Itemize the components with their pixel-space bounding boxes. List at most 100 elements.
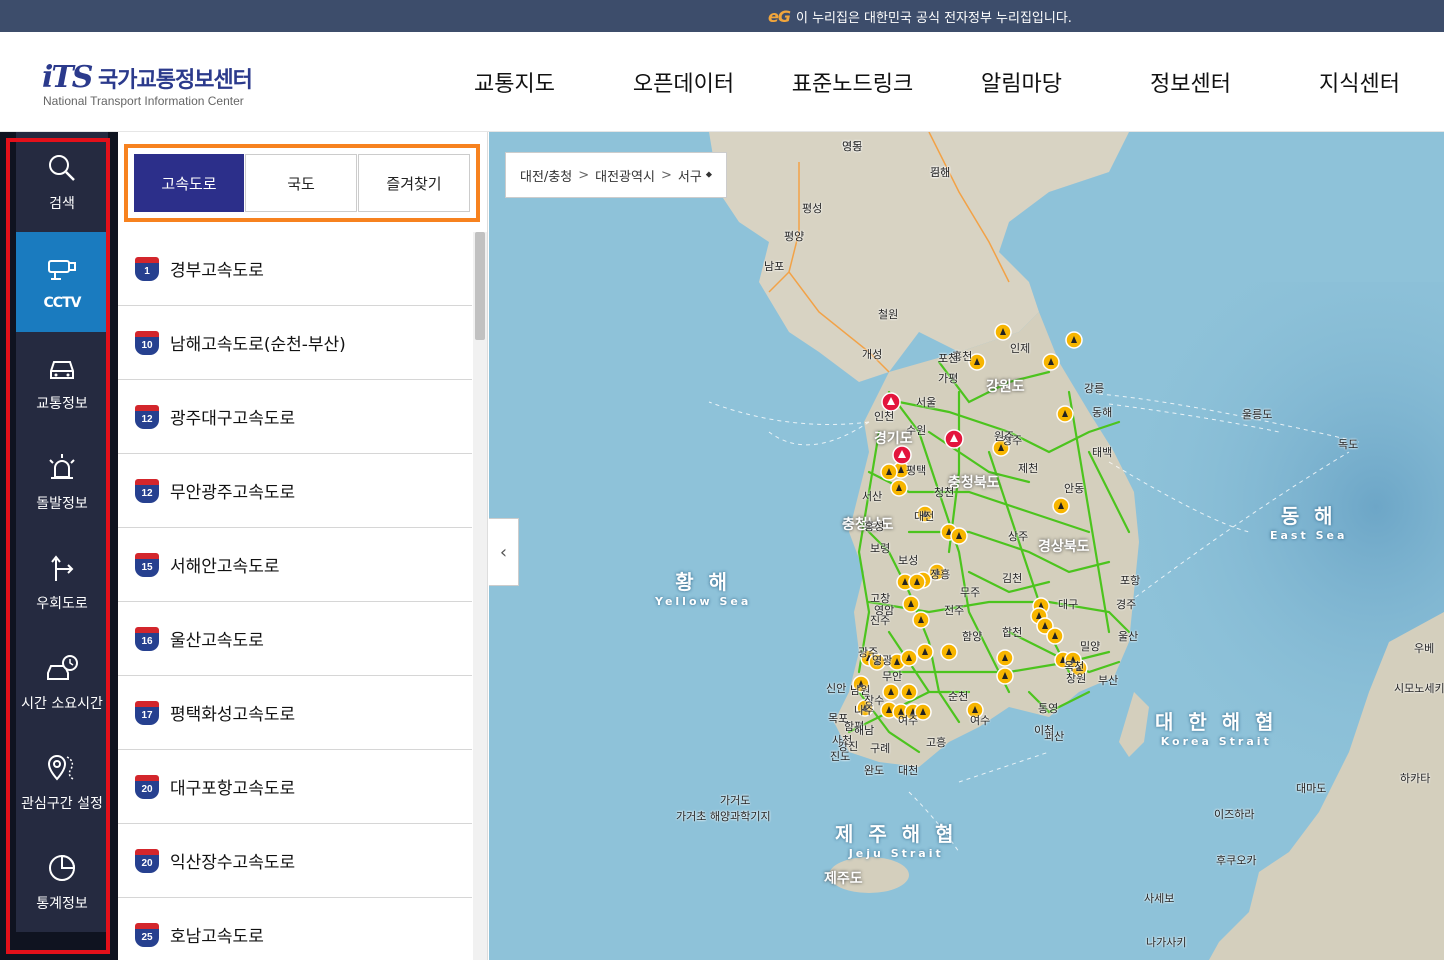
road-list-item[interactable]: 17 평택화성고속도로 [118,676,472,750]
expressway-shield-icon: 20 [134,848,160,874]
road-list-item[interactable]: 20 대구포항고속도로 [118,750,472,824]
sidebar-item-cctv[interactable]: CCTV [16,232,108,332]
tab-national-road[interactable]: 국도 [245,154,357,212]
cctv-icon [48,260,76,280]
gnb-knowledge-center[interactable]: 지식센터 [1275,66,1444,98]
region-breadcrumb[interactable]: 대전/충청 > 대전광역시 > 서구 ⬥ [505,152,728,198]
map-city-label: 통영 [1038,702,1059,715]
map-city-label: 평양 [784,230,805,243]
road-list-item[interactable]: 16 울산고속도로 [118,602,472,676]
map-city-label: 김해 [930,166,951,179]
sidebar-item-incident[interactable]: 돌발정보 [16,432,108,532]
map-city-label: 장흥 [930,568,951,581]
map-city-label: 대마도 [1296,782,1327,795]
road-list-item[interactable]: 12 광주대구고속도로 [118,380,472,454]
map-city-label: 제천 [1018,462,1039,475]
road-name: 대구포항고속도로 [170,779,296,799]
chevron-down-icon: ⬥ [705,170,713,180]
sidebar-item-label: 시간 소요시간 [21,696,103,712]
road-list-item[interactable]: 10 남해고속도로(순천-부산) [118,306,472,380]
map-city-label: 안동 [1064,482,1085,495]
gnb-node-link[interactable]: 표준노드링크 [768,66,937,98]
road-name: 경부고속도로 [170,261,264,281]
map-city-label: 합천 [1002,626,1023,639]
map-city-label: 완도 [864,764,885,777]
breadcrumb-separator: > [578,167,590,183]
map-city-label: 함양 [962,630,983,643]
gnb-info-center[interactable]: 정보센터 [1106,66,1275,98]
map-city-label: 울릉도 [1242,408,1273,421]
sidebar-item-traffic[interactable]: 교통정보 [16,332,108,432]
expressway-shield-icon: 12 [134,404,160,430]
road-list: 1 경부고속도로 10 남해고속도로(순천-부산) 12 광주대구고속도로 12 무안광주고속… [118,232,472,960]
road-name: 광주대구고속도로 [170,409,296,429]
panel-collapse-button[interactable]: ‹ [489,518,519,586]
sidebar-item-label: 관심구간 설정 [21,796,103,812]
road-type-tabs: 고속도로 국도 즐겨찾기 [124,144,480,222]
map-city-label: 수원 [906,424,927,437]
map-city-label: 우베 [1414,642,1435,655]
tab-favorites[interactable]: 즐겨찾기 [358,154,470,212]
site-logo[interactable]: iTS 국가교통정보센터 National Transport Informat… [42,60,282,110]
sea-label: 대 한 해 협 Korea Strait [1155,710,1278,748]
map-city-label: 김천 [1002,572,1023,585]
map-city-label: 포천 [938,352,959,365]
alert-light-icon [49,454,75,479]
map-city-label: 동해 [1092,406,1113,419]
breadcrumb-district[interactable]: 서구 [678,166,702,185]
sidebar-item-detour[interactable]: 우회도로 [16,532,108,632]
road-list-item[interactable]: 20 익산장수고속도로 [118,824,472,898]
sidebar-item-statistics[interactable]: 통계정보 [16,832,108,932]
map-city-label: 강원도 [986,379,1025,395]
breadcrumb-region[interactable]: 대전/충청 [520,166,572,185]
road-list-item[interactable]: 25 호남고속도로 [118,898,472,960]
gnb-open-data[interactable]: 오픈데이터 [599,66,768,98]
map-city-label: 남포 [764,260,785,273]
sidebar-item-travel-time[interactable]: 시간 소요시간 [16,632,108,732]
map-city-label: 태백 [1092,446,1113,459]
road-list-item[interactable]: 15 서해안고속도로 [118,528,472,602]
sidebar-item-label: 우회도로 [36,596,88,612]
detour-icon [51,555,74,581]
left-sidebar: 검색 CCTV 교통정보 돌발정보 우회도로 시간 소요시간 관심구간 설정 통… [0,132,118,960]
gnb-notice[interactable]: 알림마당 [937,66,1106,98]
expressway-shield-icon: 12 [134,478,160,504]
tab-expressway[interactable]: 고속도로 [134,154,244,212]
expressway-shield-icon: 17 [134,700,160,726]
road-name: 서해안고속도로 [170,557,280,577]
map-city-label: 평성 [802,202,823,215]
map-city-label: 충청북도 [948,475,1000,491]
expressway-shield-icon: 1 [134,256,160,282]
map-city-label: 구례 [870,742,891,755]
breadcrumb-city[interactable]: 대전광역시 [595,166,655,185]
sidebar-item-search[interactable]: 검색 [16,132,108,232]
road-list-item[interactable]: 12 무안광주고속도로 [118,454,472,528]
travel-time-icon [47,655,78,680]
map-city-label: 홍성 [864,520,885,533]
road-name: 울산고속도로 [170,631,264,651]
scrollbar-thumb[interactable] [475,232,485,340]
gnb-traffic-map[interactable]: 교통지도 [430,66,599,98]
egov-logo: eG [768,6,791,26]
road-list-scrollbar[interactable] [473,232,487,960]
map-city-label: 대전 [914,510,935,523]
location-pin-icon [47,755,74,781]
map-city-label: 가거초 해양과학기지 [676,810,771,823]
map-city-label: 영암 [874,604,895,617]
map-city-label: 서산 [862,490,883,503]
site-name-en: National Transport Information Center [43,94,244,108]
sidebar-item-label: 교통정보 [36,396,88,412]
gov-banner-text: 이 누리집은 대한민국 공식 전자정부 누리집입니다. [795,10,1072,26]
car-icon [50,361,74,379]
its-logo-mark: iTS [42,60,93,95]
road-list-item[interactable]: 1 경부고속도로 [118,232,472,306]
chevron-left-icon: ‹ [499,541,508,563]
traffic-map[interactable] [489,132,1444,960]
map-city-label: 상주 [1008,530,1029,543]
map-city-label: 부산 [1098,674,1119,687]
map-city-label: 옥천 [1064,660,1085,673]
site-name: 국가교통정보센터 [98,68,253,93]
map-city-label: 여주 [898,714,919,727]
sidebar-item-interest-section[interactable]: 관심구간 설정 [16,732,108,832]
map-city-label: 서울 [916,396,937,409]
